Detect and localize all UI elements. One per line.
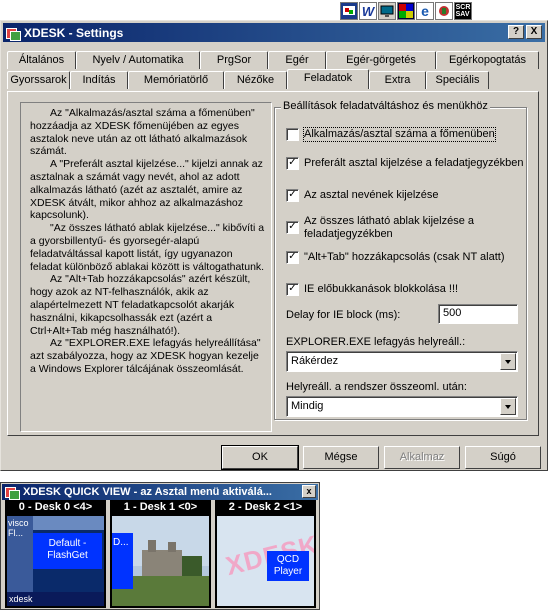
tab-nyelv-automatika[interactable]: Nyelv / Automatika	[76, 51, 200, 69]
tab-gyorssarok[interactable]: Gyorssarok	[7, 71, 70, 89]
option-label: IE előbukkanások blokkolása !!!	[304, 283, 459, 295]
desk-window: visco Fl...	[7, 516, 33, 592]
tab-feladatok[interactable]: Feladatok	[287, 69, 369, 89]
tab-inditas[interactable]: Indítás	[70, 71, 128, 89]
option-preferred-desk[interactable]: ✓ Preferált asztal kijelzése a feladatje…	[286, 157, 524, 170]
tab-row-2: Gyorssarok Indítás Memóriatörlő Nézőke F…	[7, 69, 489, 89]
desk-popup: D...	[112, 533, 133, 589]
close-icon[interactable]: x	[302, 485, 316, 498]
option-label: "Alt+Tab" hozzákapcsolás (csak NT alatt)	[304, 251, 505, 263]
tab-specialis[interactable]: Speciális	[426, 71, 489, 89]
xdesk-app-icon	[6, 26, 21, 41]
checkbox-preferred-desk[interactable]: ✓	[286, 157, 299, 170]
tab-row-1: Általános Nyelv / Automatika PrgSor Egér…	[7, 51, 539, 69]
tab-egerkopogtatas[interactable]: Egérkopogtatás	[436, 51, 539, 69]
system-tray: W e SCR SAV	[340, 0, 548, 22]
option-label: Preferált asztal kijelzése a feladatjegy…	[304, 157, 524, 169]
settings-window: XDESK - Settings ? X Általános Nyelv / A…	[0, 20, 548, 471]
option-desk-name[interactable]: ✓ Az asztal nevének kijelzése	[286, 189, 439, 202]
crash-select-value: Mindig	[291, 400, 324, 412]
xdesk-app-icon	[5, 485, 20, 500]
option-label: Alkalmazás/asztal száma a főmenüben	[303, 127, 496, 142]
tab-nezoke[interactable]: Nézőke	[224, 71, 287, 89]
desk-label: 2 - Desk 2 <1>	[228, 501, 303, 513]
xdesk-icon[interactable]	[397, 2, 415, 20]
description-paragraph: Az "Alt+Tab hozzákapcsolás" azért készül…	[30, 273, 251, 337]
title-bar[interactable]: XDESK - Settings ? X	[3, 23, 545, 42]
word-icon[interactable]: W	[359, 2, 377, 20]
desk-thumbnail-0[interactable]: 0 - Desk 0 <4> visco Fl... Default - Fla…	[5, 500, 106, 608]
chevron-down-icon[interactable]	[500, 353, 516, 370]
option-ie-block[interactable]: ✓ IE előbukkanások blokkolása !!!	[286, 283, 458, 296]
checkbox-desk-name[interactable]: ✓	[286, 189, 299, 202]
delay-input[interactable]: 500	[438, 304, 518, 324]
chevron-down-icon[interactable]	[500, 398, 516, 415]
option-label: Az asztal nevének kijelzése	[304, 189, 439, 201]
tab-panel-feladatok: Az "Alkalmazás/asztal száma a főmenüben"…	[7, 91, 539, 436]
checkbox-app-count[interactable]	[286, 128, 299, 141]
crash-label: Helyreáll. a rendszer összeoml. után:	[286, 381, 467, 393]
delay-label: Delay for IE block (ms):	[286, 309, 401, 321]
option-alt-tab[interactable]: ✓ "Alt+Tab" hozzákapcsolás (csak NT alat…	[286, 251, 505, 264]
desk-thumbnail-2[interactable]: 2 - Desk 2 <1> XDESK QCD Player	[215, 500, 316, 608]
desk-label: 0 - Desk 0 <4>	[18, 501, 93, 513]
help-button[interactable]: Súgó	[465, 446, 541, 469]
desk-window-text: Fl...	[8, 528, 23, 538]
checkbox-ie-block[interactable]: ✓	[286, 283, 299, 296]
option-all-windows[interactable]: ✓ Az összes látható ablak kijelzése a fe…	[286, 215, 486, 241]
description-paragraph: Az "Alkalmazás/asztal száma a főmenüben"…	[30, 107, 255, 158]
desk-popup: Default - FlashGet	[33, 533, 102, 569]
apply-button[interactable]: Alkalmaz	[384, 446, 460, 469]
checkbox-alt-tab[interactable]: ✓	[286, 251, 299, 264]
ie-icon[interactable]: e	[416, 2, 434, 20]
quick-view-title-bar[interactable]: XDESK QUICK VIEW - az Asztal menü aktivá…	[2, 484, 318, 500]
help-title-button[interactable]: ?	[508, 25, 524, 39]
tab-prgsor[interactable]: PrgSor	[200, 51, 268, 69]
option-app-count[interactable]: Alkalmazás/asztal száma a főmenüben	[286, 127, 496, 142]
window-title: XDESK - Settings	[24, 25, 124, 40]
desk-label: 1 - Desk 1 <0>	[123, 501, 198, 513]
explorer-select[interactable]: Rákérdez	[286, 351, 518, 372]
ok-button[interactable]: OK	[221, 445, 299, 470]
checkbox-all-windows[interactable]: ✓	[286, 221, 299, 234]
desk-screen: visco Fl... Default - FlashGet xdesk	[7, 516, 104, 606]
explorer-label: EXPLORER.EXE lefagyás helyreáll.:	[286, 336, 466, 348]
desk-thumbnail-1[interactable]: 1 - Desk 1 <0> D...	[110, 500, 211, 608]
description-text: Az "Alkalmazás/asztal száma a főmenüben"…	[20, 102, 272, 432]
monitor-icon[interactable]	[378, 2, 396, 20]
tab-eger-gorgetes[interactable]: Egér-görgetés	[326, 51, 436, 69]
desk-taskbar: xdesk	[7, 592, 104, 606]
groupbox-title: Beállítások feladatváltáshoz és menükhöz	[281, 100, 490, 112]
tab-altalanos[interactable]: Általános	[7, 51, 76, 69]
desk-window-text: visco	[8, 518, 29, 528]
desk-screen: D...	[112, 516, 209, 606]
tab-memoriatorlo[interactable]: Memóriatörlő	[128, 71, 224, 89]
crash-select[interactable]: Mindig	[286, 396, 518, 417]
tab-extra[interactable]: Extra	[369, 71, 426, 89]
media-icon[interactable]	[435, 2, 453, 20]
quick-view-title: XDESK QUICK VIEW - az Asztal menü aktivá…	[23, 486, 272, 498]
screensaver-icon[interactable]: SCR SAV	[454, 2, 472, 20]
desk-window-band	[33, 516, 104, 530]
settings-groupbox: Beállítások feladatváltáshoz és menükhöz…	[274, 100, 527, 420]
quick-view-window: XDESK QUICK VIEW - az Asztal menü aktivá…	[0, 482, 320, 610]
explorer-select-value: Rákérdez	[291, 355, 339, 367]
close-button[interactable]: X	[526, 25, 542, 39]
description-paragraph: A "Preferált asztal kijelzése..." kijelz…	[30, 158, 263, 222]
option-label: Az összes látható ablak kijelzése a fela…	[304, 215, 474, 240]
description-paragraph: "Az összes látható ablak kijelzése..." k…	[30, 222, 265, 273]
desk-popup: QCD Player	[267, 551, 309, 581]
desk-screen: XDESK QCD Player	[217, 516, 314, 606]
desk-icon[interactable]	[340, 2, 358, 20]
description-paragraph: Az "EXPLORER.EXE lefagyás helyreállítása…	[30, 337, 261, 375]
cancel-button[interactable]: Mégse	[303, 446, 379, 469]
tab-eger[interactable]: Egér	[268, 51, 326, 69]
